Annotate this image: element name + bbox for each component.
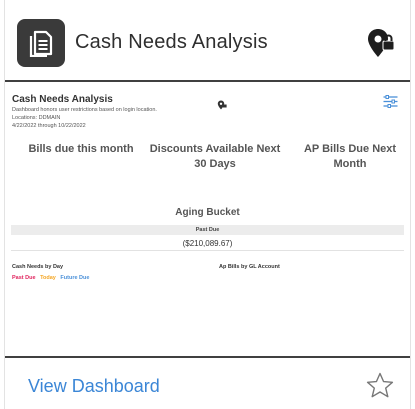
aging-bucket-title: Aging Bucket xyxy=(175,207,240,218)
card-footer: View Dashboard xyxy=(5,358,410,409)
card-header: Cash Needs Analysis xyxy=(5,0,410,88)
aging-column-header: Past Due xyxy=(11,225,404,235)
legend-past-due: Past Due xyxy=(12,275,36,281)
ap-bills-by-gl-title: Ap Bills by GL Account xyxy=(219,264,280,270)
kpi-discounts-label: Discounts Available Next 30 Days xyxy=(149,143,281,170)
legend-future-due: Future Due xyxy=(60,275,90,281)
map-pin-lock-icon xyxy=(366,27,396,59)
kpi-bills-due-label: Bills due this month xyxy=(28,143,134,155)
document-icon xyxy=(17,19,65,67)
cash-needs-by-day-title: Cash Needs by Day xyxy=(12,264,64,270)
dashboard-preview[interactable]: Cash Needs Analysis Dashboard honors use… xyxy=(5,82,410,354)
preview-title: Cash Needs Analysis xyxy=(12,94,113,105)
dashboard-card[interactable]: Cash Needs Analysis Cash Needs Analysis … xyxy=(4,0,411,409)
filter-sliders-icon[interactable] xyxy=(383,95,398,108)
location-pin-icon xyxy=(217,97,227,110)
chart-legend: Past Due Today Future Due xyxy=(12,275,92,281)
preview-note: Dashboard honors user restrictions based… xyxy=(12,107,157,113)
aging-value: ($210,089.67) xyxy=(11,237,404,251)
preview-date-range: 4/22/2022 through 10/22/2022 xyxy=(12,123,86,129)
preview-locations: Locations: DDMAIN xyxy=(12,115,61,121)
view-dashboard-link[interactable]: View Dashboard xyxy=(28,376,160,397)
card-title: Cash Needs Analysis xyxy=(75,31,268,53)
kpi-ap-bills-label: AP Bills Due Next Month xyxy=(303,143,397,170)
star-outline-icon[interactable] xyxy=(366,372,394,398)
legend-today: Today xyxy=(40,275,56,281)
